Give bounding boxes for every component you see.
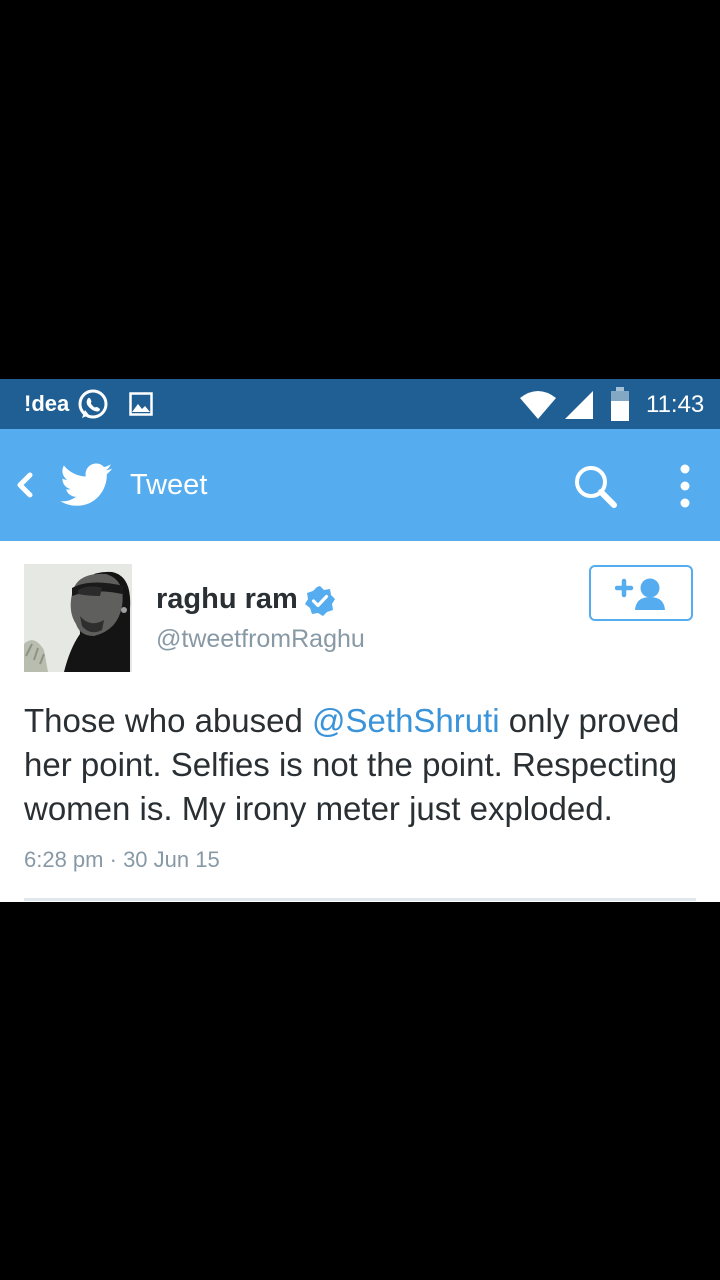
verified-icon xyxy=(305,586,335,616)
page-title: Tweet xyxy=(130,469,208,501)
follow-icon xyxy=(615,578,665,610)
battery-icon xyxy=(611,387,629,421)
screenshot: !dea 11:43 Tweet raghu ram @tweetfromRag… xyxy=(0,379,720,902)
wifi-icon xyxy=(520,391,556,419)
avatar-photo xyxy=(24,564,132,672)
back-icon[interactable] xyxy=(12,469,38,501)
tweet-time: 6:28 pm xyxy=(24,847,104,872)
tweet-text: Those who abused @SethShruti only proved… xyxy=(24,699,704,831)
status-bar: !dea 11:43 xyxy=(0,379,720,429)
whatsapp-icon xyxy=(78,389,108,419)
status-clock: 11:43 xyxy=(646,391,705,418)
signal-icon xyxy=(565,391,593,419)
search-icon[interactable] xyxy=(572,463,618,509)
more-vert-icon[interactable] xyxy=(672,461,698,511)
author-handle[interactable]: @tweetfromRaghu xyxy=(156,625,365,654)
mention-link[interactable]: @SethShruti xyxy=(312,702,500,739)
image-icon xyxy=(129,392,153,416)
follow-button[interactable] xyxy=(589,565,693,621)
twitter-bird-icon xyxy=(60,463,112,506)
divider xyxy=(24,898,696,901)
carrier-name: !dea xyxy=(24,391,70,416)
tweet-text-start: Those who abused xyxy=(24,702,313,739)
author-name[interactable]: raghu ram xyxy=(156,583,298,616)
author-avatar[interactable] xyxy=(24,564,132,672)
tweet-timestamp: 6:28 pm · 30 Jun 15 xyxy=(24,847,220,873)
tweet-date: 30 Jun 15 xyxy=(123,847,220,872)
app-bar: Tweet xyxy=(0,429,720,541)
timestamp-separator: · xyxy=(103,847,124,872)
